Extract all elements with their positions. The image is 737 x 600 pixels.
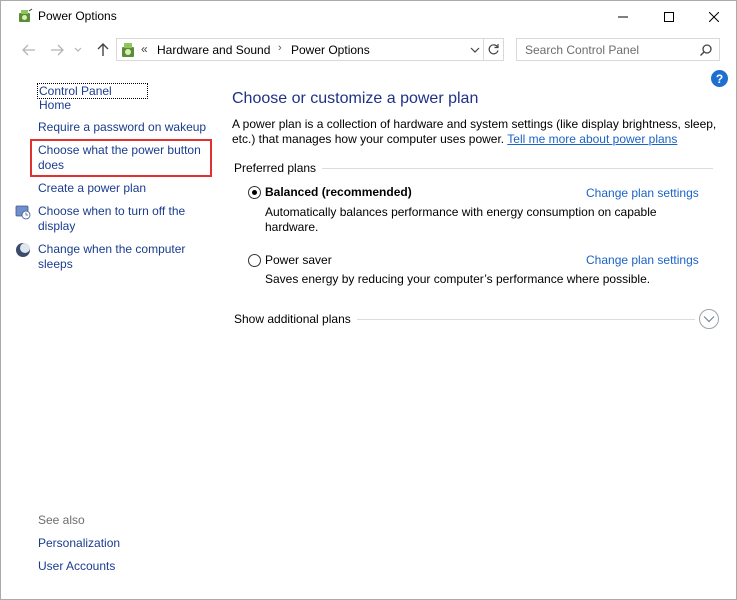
show-additional-plans-label[interactable]: Show additional plans: [234, 312, 351, 326]
search-icon[interactable]: [699, 43, 713, 57]
see-also-personalization-link[interactable]: Personalization: [38, 536, 120, 551]
power-saver-plan-description: Saves energy by reducing your computer’s…: [265, 272, 685, 287]
learn-more-link[interactable]: Tell me more about power plans: [507, 132, 677, 146]
forward-arrow-icon[interactable]: [47, 40, 67, 60]
recent-locations-chevron-icon[interactable]: [71, 40, 85, 60]
balanced-change-plan-settings-link[interactable]: Change plan settings: [586, 186, 699, 200]
power-options-icon: [17, 8, 33, 24]
sidebar-item-power-button-line2[interactable]: does: [38, 158, 64, 173]
breadcrumb-power-options[interactable]: Power Options: [291, 43, 370, 57]
see-also-user-accounts-link[interactable]: User Accounts: [38, 559, 115, 574]
breadcrumb-hardware-and-sound[interactable]: Hardware and Sound: [157, 43, 270, 57]
search-placeholder: Search Control Panel: [525, 43, 640, 57]
sidebar-item-turn-off-display-line2[interactable]: display: [38, 219, 75, 234]
sleep-moon-icon: [15, 242, 31, 258]
help-icon[interactable]: ?: [711, 70, 728, 87]
power-saver-desc-line-1: Saves energy by reducing your computer’s…: [265, 272, 651, 286]
maximize-button[interactable]: [646, 1, 692, 32]
sidebar-item-computer-sleeps-line2[interactable]: sleeps: [38, 257, 73, 272]
up-arrow-icon[interactable]: [93, 40, 113, 60]
sidebar-item-computer-sleeps[interactable]: Change when the computer: [38, 242, 185, 257]
control-panel-icon: [120, 41, 138, 59]
balanced-plan-radio[interactable]: [248, 186, 261, 199]
balanced-plan-name[interactable]: Balanced (recommended): [265, 185, 412, 199]
power-options-window: Power Options « Hardware and Sound › Pow…: [0, 0, 737, 600]
sidebar-item-create-power-plan[interactable]: Create a power plan: [38, 181, 146, 196]
power-saver-change-plan-settings-link[interactable]: Change plan settings: [586, 253, 699, 267]
address-dropdown-icon[interactable]: [467, 42, 483, 58]
description-line-1: A power plan is a collection of hardware…: [232, 117, 717, 131]
address-bar[interactable]: « Hardware and Sound › Power Options: [116, 38, 504, 61]
expand-chevron-icon[interactable]: [699, 309, 719, 329]
back-arrow-icon[interactable]: [19, 40, 39, 60]
sidebar-item-power-button[interactable]: Choose what the power button: [38, 143, 201, 158]
search-control-panel-input[interactable]: Search Control Panel: [516, 38, 720, 61]
close-button[interactable]: [691, 1, 737, 32]
display-schedule-icon: [15, 204, 31, 220]
balanced-desc-line-2: hardware.: [265, 220, 319, 234]
sidebar-item-require-password[interactable]: Require a password on wakeup: [38, 120, 206, 135]
control-panel-home-link[interactable]: Control Panel Home: [37, 83, 148, 112]
sidebar-item-turn-off-display[interactable]: Choose when to turn off the: [38, 204, 185, 219]
description-line-2-text: etc.) that manages how your computer use…: [232, 132, 505, 146]
power-saver-plan-name[interactable]: Power saver: [265, 253, 332, 267]
page-description: A power plan is a collection of hardware…: [232, 117, 722, 147]
window-title: Power Options: [38, 9, 117, 23]
see-also-heading: See also: [38, 513, 85, 527]
title-bar: Power Options: [1, 1, 736, 32]
page-title: Choose or customize a power plan: [232, 90, 479, 107]
breadcrumb-separator-icon[interactable]: ›: [278, 42, 282, 54]
balanced-desc-line-1: Automatically balances performance with …: [265, 205, 657, 219]
balanced-plan-description: Automatically balances performance with …: [265, 205, 685, 235]
preferred-plans-divider: [322, 168, 713, 169]
preferred-plans-label: Preferred plans: [234, 161, 317, 175]
additional-plans-divider: [357, 319, 695, 320]
minimize-button[interactable]: [600, 1, 646, 32]
power-saver-plan-radio[interactable]: [248, 254, 261, 267]
refresh-icon[interactable]: [483, 39, 503, 60]
breadcrumb-overflow-chevrons[interactable]: «: [141, 42, 148, 56]
navigation-bar: « Hardware and Sound › Power Options Sea…: [1, 38, 736, 62]
description-line-2: etc.) that manages how your computer use…: [232, 132, 722, 147]
